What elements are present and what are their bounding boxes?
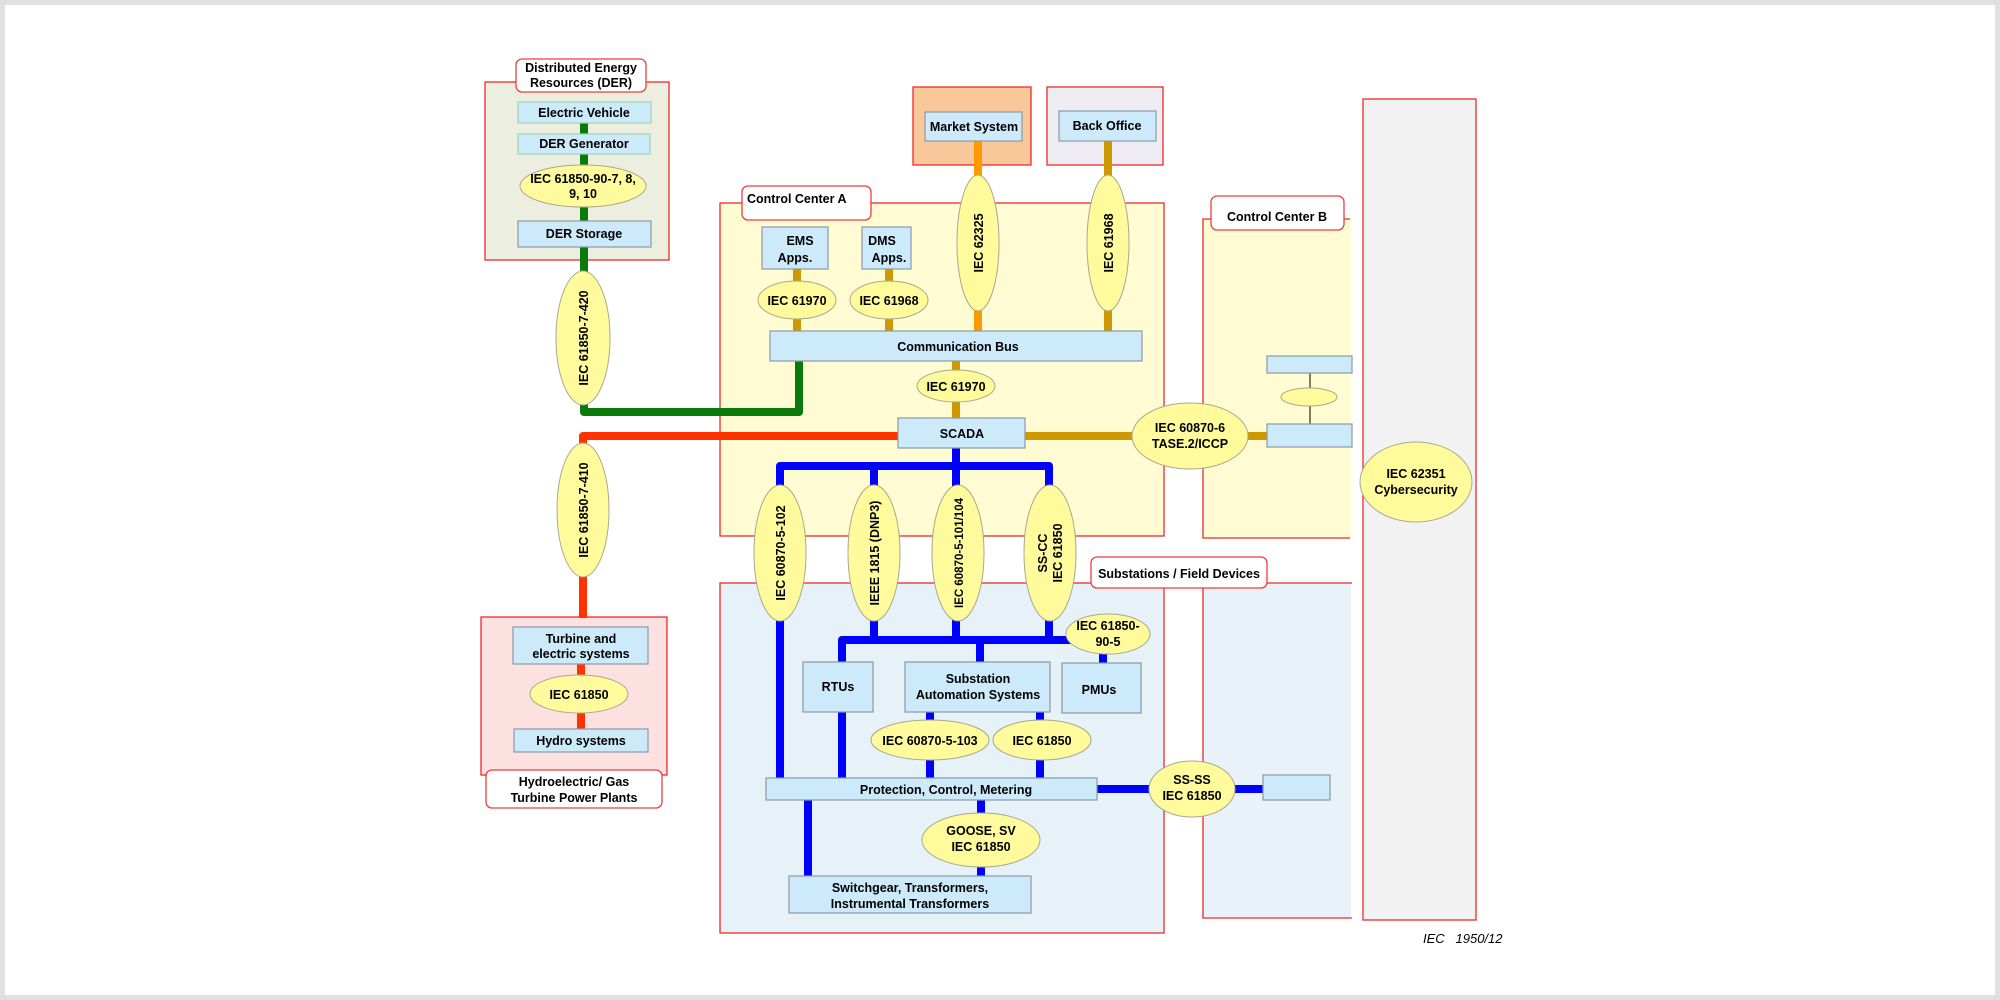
std-der-link: IEC 61850-7-420 [555,270,611,406]
std-market: IEC 62325 [956,174,1000,312]
std-back-office: IEC 61968 [1086,174,1130,312]
back-office-box: Back Office [1058,110,1157,142]
substations-b-region [1203,583,1351,918]
pcm-box: Protection, Control, Metering [765,777,1098,801]
std-ss-ss: SS-SS IEC 61850 [1148,760,1236,818]
svg-text:RTUs: RTUs [822,680,855,694]
std-iccp: IEC 60870-6 TASE.2/ICCP [1131,402,1249,470]
std-goose-sv: GOOSE, SV IEC 61850 [921,812,1041,868]
svg-text:IEC 62325: IEC 62325 [972,213,986,272]
svg-text:IEC 60870-5-102: IEC 60870-5-102 [774,505,788,600]
std-hydro-link: IEC 61850-7-410 [556,442,610,578]
svg-text:Turbine andelectric systems: Turbine and electric systems [532,632,629,661]
svg-text:IEC 60870-5-103: IEC 60870-5-103 [882,734,977,748]
scada-box: SCADA [897,417,1026,449]
svg-text:Protection, Control, Metering: Protection, Control, Metering [860,783,1032,797]
svg-text:IEC 61968: IEC 61968 [1102,213,1116,272]
svg-text:IEC 61850: IEC 61850 [549,688,608,702]
svg-text:IEC 61850-7-420: IEC 61850-7-420 [577,290,591,385]
std-dms: IEC 61968 [849,280,929,320]
std-hydro-internal: IEC 61850 [529,674,629,714]
std-der-internal: IEC 61850-90-7, 8, 9, 10 [519,164,647,208]
dms-apps-box: DMS Apps. [861,226,912,270]
market-system-box: Market System [924,111,1023,142]
std-ems: IEC 61970 [757,280,837,320]
svg-text:Electric Vehicle: Electric Vehicle [538,106,630,120]
std-dnp3: IEEE 1815 (DNP3) [847,484,901,622]
der-generator-box: DER Generator [517,133,651,155]
cc-b-ellipse [1280,387,1338,407]
hydro-systems-box: Hydro systems [513,728,649,753]
control-center-b-region [1203,219,1351,538]
control-a-title: Control Center A [747,192,847,206]
svg-text:Communication Bus: Communication Bus [897,340,1019,354]
svg-text:Back Office: Back Office [1073,119,1142,133]
der-title: Distributed Energy Resources (DER) [525,61,637,90]
svg-text:IEEE 1815 (DNP3): IEEE 1815 (DNP3) [868,501,882,606]
std-bus-scada: IEC 61970 [916,369,996,403]
svg-text:IEC 61850: IEC 61850 [1051,523,1065,582]
svg-text:SCADA: SCADA [940,427,984,441]
svg-text:DER Generator: DER Generator [539,137,629,151]
std-60870-5-102: IEC 60870-5-102 [753,484,807,622]
std-60870-5-103: IEC 60870-5-103 [870,719,990,761]
svg-text:SS-CC: SS-CC [1036,534,1050,573]
svg-text:PMUs: PMUs [1082,683,1117,697]
svg-text:IEC 61970: IEC 61970 [767,294,826,308]
switchgear-box: Switchgear, Transformers, Instrumental Tr… [788,875,1032,914]
svg-text:IEC 61968: IEC 61968 [859,294,918,308]
std-cyber: IEC 62351 Cybersecurity [1359,441,1473,523]
svg-text:Market System: Market System [930,120,1018,134]
architecture-diagram: Distributed Energy Resources (DER) Contro… [480,58,1503,946]
figure-id: IEC 1950/12 [1423,931,1503,946]
der-storage-box: DER Storage [517,220,652,248]
std-61850-90-5: IEC 61850-90-5 [1065,613,1151,655]
cc-b-box-bottom [1266,423,1353,448]
ems-apps-box: EMS Apps. [761,226,829,270]
cc-b-box-top [1266,355,1353,374]
rtus-box: RTUs [802,661,874,713]
sas-box: Substation Automation Systems [904,661,1051,713]
svg-text:IEC 61850-7-410: IEC 61850-7-410 [577,462,591,557]
svg-text:IEC 61970: IEC 61970 [926,380,985,394]
communication-bus-box: Communication Bus [769,330,1143,362]
svg-text:IEC 60870-5-101/104: IEC 60870-5-101/104 [954,497,966,608]
ss-ss-remote-box [1262,774,1331,801]
control-b-title: Control Center B [1227,210,1327,224]
substations-title: Substations / Field Devices [1098,567,1260,581]
svg-text:IEC 61850: IEC 61850 [1012,734,1071,748]
electric-vehicle-box: Electric Vehicle [517,101,652,124]
std-60870-5-101-104: IEC 60870-5-101/104 [931,484,985,622]
turbine-box: Turbine and electric systems [512,626,649,665]
std-sas-61850: IEC 61850 [992,719,1092,761]
svg-text:DER Storage: DER Storage [546,227,622,241]
svg-text:Hydro systems: Hydro systems [536,734,626,748]
pmus-box: PMUs [1061,662,1142,714]
